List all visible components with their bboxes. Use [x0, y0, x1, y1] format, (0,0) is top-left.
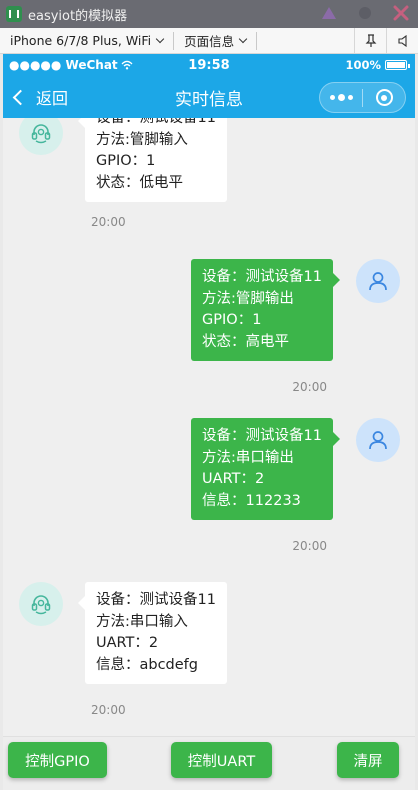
status-bar: ●●●●● WeChat 19:58 100%: [3, 54, 415, 76]
message-time: 20:00: [91, 703, 126, 717]
app-logo-icon: [6, 6, 22, 22]
nav-bar: 返回 实时信息: [3, 76, 415, 118]
mute-button[interactable]: [386, 28, 418, 54]
miniprogram-capsule: [319, 82, 406, 113]
window-titlebar: easyiot的模拟器: [0, 0, 418, 28]
message-line: 方法:串口输出: [202, 449, 294, 466]
window-title: easyiot的模拟器: [28, 8, 128, 24]
message-time: 20:00: [292, 539, 327, 553]
message-line: UART：2: [202, 471, 265, 487]
list-item: 设备：测试设备11 方法:管脚输出 GPIO：1 状态：高电平 20:00: [3, 253, 415, 413]
message-line: 信息：abcdefg: [96, 656, 198, 673]
message-line: UART：2: [96, 635, 159, 651]
headset-icon: [31, 124, 51, 144]
phone-screen: ●●●●● WeChat 19:58 100% 返回 实时信息 设备：测试设备1…: [3, 54, 415, 790]
message-line: 状态：高电平: [202, 333, 290, 350]
message-time: 20:00: [292, 380, 327, 394]
user-icon: [369, 272, 387, 291]
message-line: 信息：112233: [202, 492, 301, 509]
message-line: 设备：测试设备11: [96, 592, 216, 608]
chevron-down-icon: [155, 34, 165, 43]
message-list[interactable]: 设备：测试设备11 方法:管脚输入 GPIO：1 状态：低电平 20:00 设备…: [3, 118, 415, 736]
device-avatar: [19, 118, 63, 155]
list-item: 设备：测试设备11 方法:串口输入 UART：2 信息：abcdefg 20:0…: [3, 576, 415, 736]
list-item: 设备：测试设备11 方法:管脚输入 GPIO：1 状态：低电平 20:00: [3, 118, 415, 248]
divider: [256, 31, 258, 50]
triangle-icon[interactable]: [320, 4, 338, 22]
close-icon[interactable]: [392, 4, 410, 22]
close-miniprogram-button[interactable]: [363, 89, 405, 106]
message-line: GPIO：1: [96, 153, 156, 169]
device-select-label: iPhone 6/7/8 Plus, WiFi: [10, 33, 152, 48]
device-avatar: [19, 582, 63, 626]
message-bubble: 设备：测试设备11 方法:串口输入 UART：2 信息：abcdefg: [78, 582, 227, 684]
message-bubble: 设备：测试设备11 方法:管脚输出 GPIO：1 状态：高电平: [191, 259, 340, 361]
device-select[interactable]: iPhone 6/7/8 Plus, WiFi: [0, 28, 173, 53]
message-time: 20:00: [91, 215, 126, 229]
message-line: 方法:管脚输出: [202, 290, 294, 307]
pin-icon: [365, 34, 376, 47]
message-line: 方法:串口输入: [96, 613, 188, 630]
pin-button[interactable]: [354, 28, 386, 54]
list-item: 设备：测试设备11 方法:串口输出 UART：2 信息：112233 20:00: [3, 412, 415, 572]
more-dots-icon[interactable]: [320, 94, 362, 101]
user-icon: [369, 431, 387, 450]
message-line: 设备：测试设备11: [96, 118, 216, 126]
minimize-icon[interactable]: [356, 4, 374, 22]
user-avatar: [356, 418, 400, 462]
battery-icon: [385, 60, 410, 70]
message-line: GPIO：1: [202, 312, 262, 328]
clear-screen-button[interactable]: 清屏: [337, 742, 399, 778]
message-line: 设备：测试设备11: [202, 269, 322, 285]
page-info-label: 页面信息: [184, 34, 235, 49]
simulator-toolbar: iPhone 6/7/8 Plus, WiFi 页面信息: [0, 28, 418, 54]
message-bubble: 设备：测试设备11 方法:串口输出 UART：2 信息：112233: [191, 418, 340, 520]
chevron-down-icon: [238, 34, 248, 43]
page-info-select[interactable]: 页面信息: [174, 28, 256, 53]
control-uart-button[interactable]: 控制UART: [171, 742, 272, 778]
control-gpio-button[interactable]: 控制GPIO: [8, 742, 107, 778]
bottom-action-bar: 控制GPIO 控制UART 清屏: [3, 736, 415, 790]
headset-icon: [31, 595, 51, 615]
battery-percent: 100%: [345, 58, 381, 72]
target-icon: [375, 89, 393, 106]
user-avatar: [356, 259, 400, 303]
message-line: 设备：测试设备11: [202, 428, 322, 444]
message-line: 状态：低电平: [96, 174, 183, 191]
message-line: 方法:管脚输入: [96, 131, 188, 148]
message-bubble: 设备：测试设备11 方法:管脚输入 GPIO：1 状态：低电平: [78, 118, 227, 202]
speaker-icon: [397, 35, 407, 47]
